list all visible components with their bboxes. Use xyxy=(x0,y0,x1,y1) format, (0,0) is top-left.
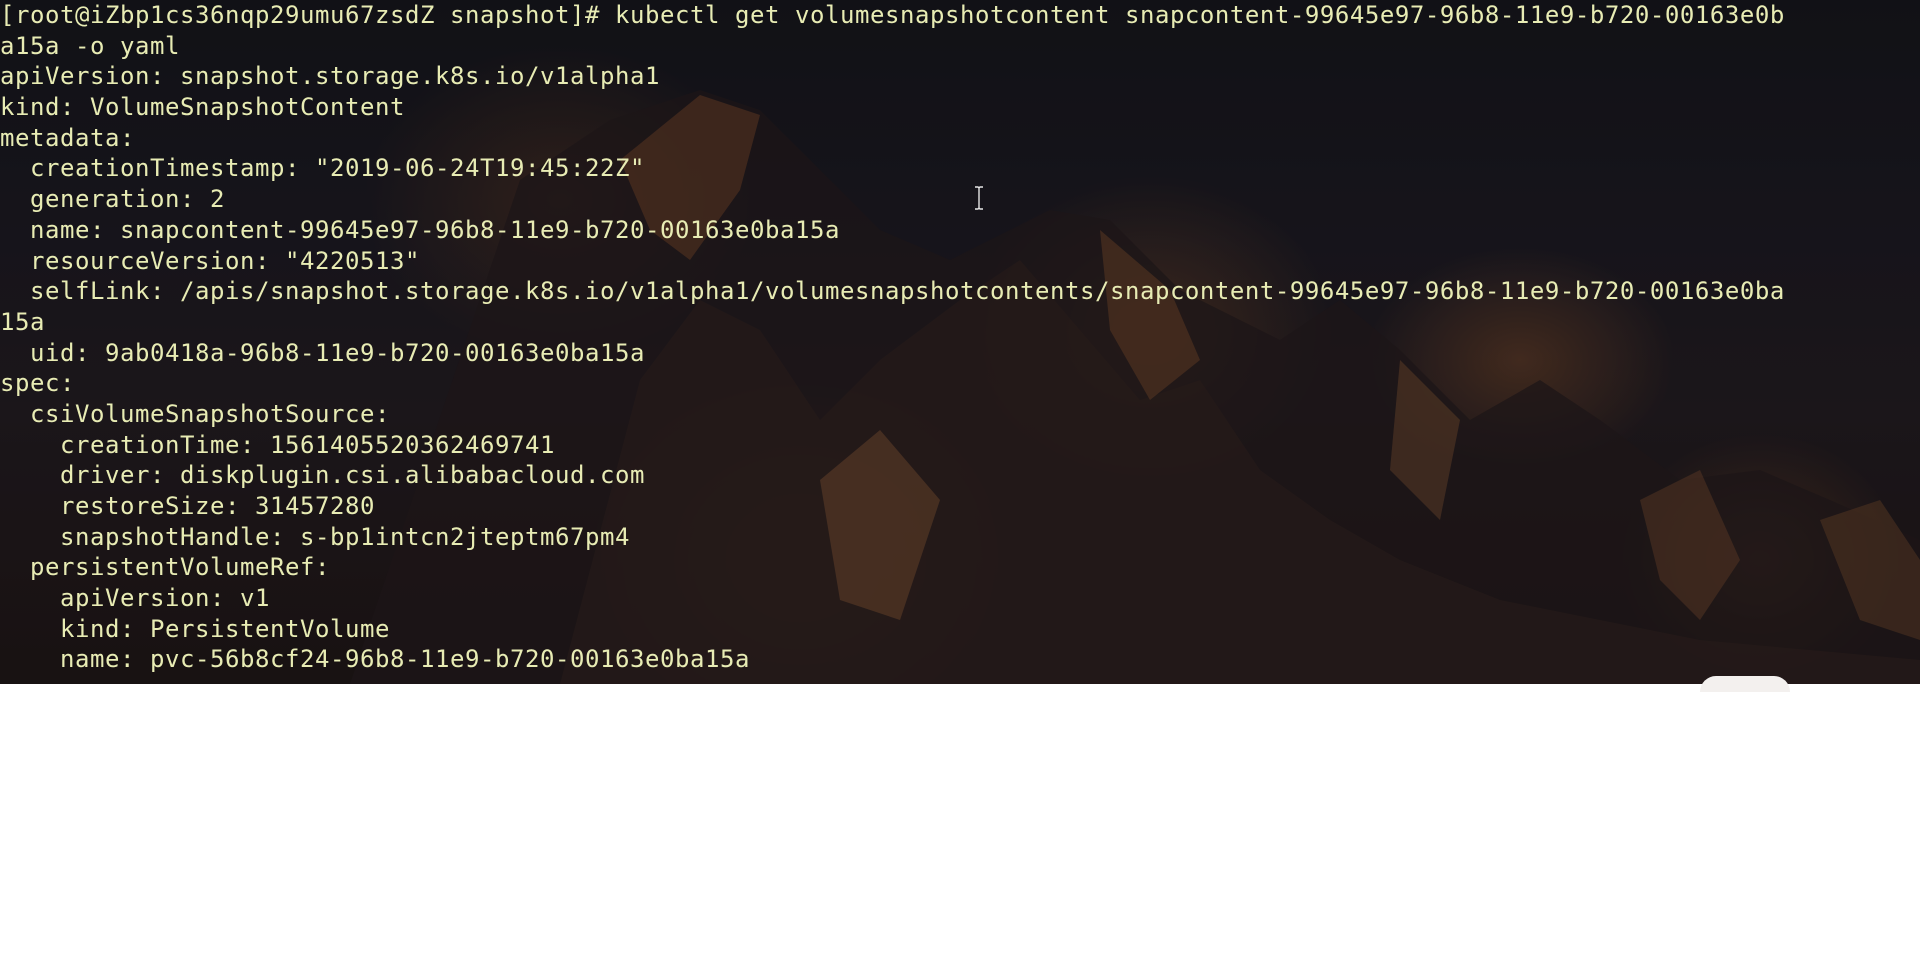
terminal-line: resourceVersion: "4220513" xyxy=(0,246,420,275)
terminal-line: name: pvc-56b8cf24-96b8-11e9-b720-00163e… xyxy=(0,645,750,674)
blank-area xyxy=(0,684,1920,978)
terminal-line: 15a xyxy=(0,307,45,336)
terminal-line: creationTime: 1561405520362469741 xyxy=(0,430,555,459)
terminal-line: selfLink: /apis/snapshot.storage.k8s.io/… xyxy=(0,277,1785,306)
terminal-line: csiVolumeSnapshotSource: xyxy=(0,399,390,428)
terminal-line: persistentVolumeRef: xyxy=(0,553,330,582)
terminal-line: apiVersion: snapshot.storage.k8s.io/v1al… xyxy=(0,62,660,91)
terminal-line: restoreSize: 31457280 xyxy=(0,492,375,520)
terminal-line: driver: diskplugin.csi.alibabacloud.com xyxy=(0,461,645,490)
terminal-line: [root@iZbp1cs36nqp29umu67zsdZ snapshot]#… xyxy=(0,1,1785,29)
terminal-line: kind: PersistentVolume xyxy=(0,614,390,643)
text-cursor-icon xyxy=(975,186,983,210)
terminal-line: generation: 2 xyxy=(0,185,225,214)
terminal-line: creationTimestamp: "2019-06-24T19:45:22Z… xyxy=(0,154,645,183)
terminal-line: uid: 9ab0418a-96b8-11e9-b720-00163e0ba15… xyxy=(0,338,645,367)
terminal-line: snapshotHandle: s-bp1intcn2jteptm67pm4 xyxy=(0,522,630,551)
terminal-line: apiVersion: v1 xyxy=(0,584,270,613)
terminal-line: metadata: xyxy=(0,123,135,152)
terminal-window[interactable]: [root@iZbp1cs36nqp29umu67zsdZ snapshot]#… xyxy=(0,0,1920,684)
terminal-output[interactable]: [root@iZbp1cs36nqp29umu67zsdZ snapshot]#… xyxy=(0,0,1920,675)
terminal-line: a15a -o yaml xyxy=(0,31,180,60)
terminal-line: name: snapcontent-99645e97-96b8-11e9-b72… xyxy=(0,215,840,244)
terminal-line: kind: VolumeSnapshotContent xyxy=(0,93,405,122)
overlay-shape xyxy=(1700,676,1790,692)
terminal-line: spec: xyxy=(0,369,75,398)
